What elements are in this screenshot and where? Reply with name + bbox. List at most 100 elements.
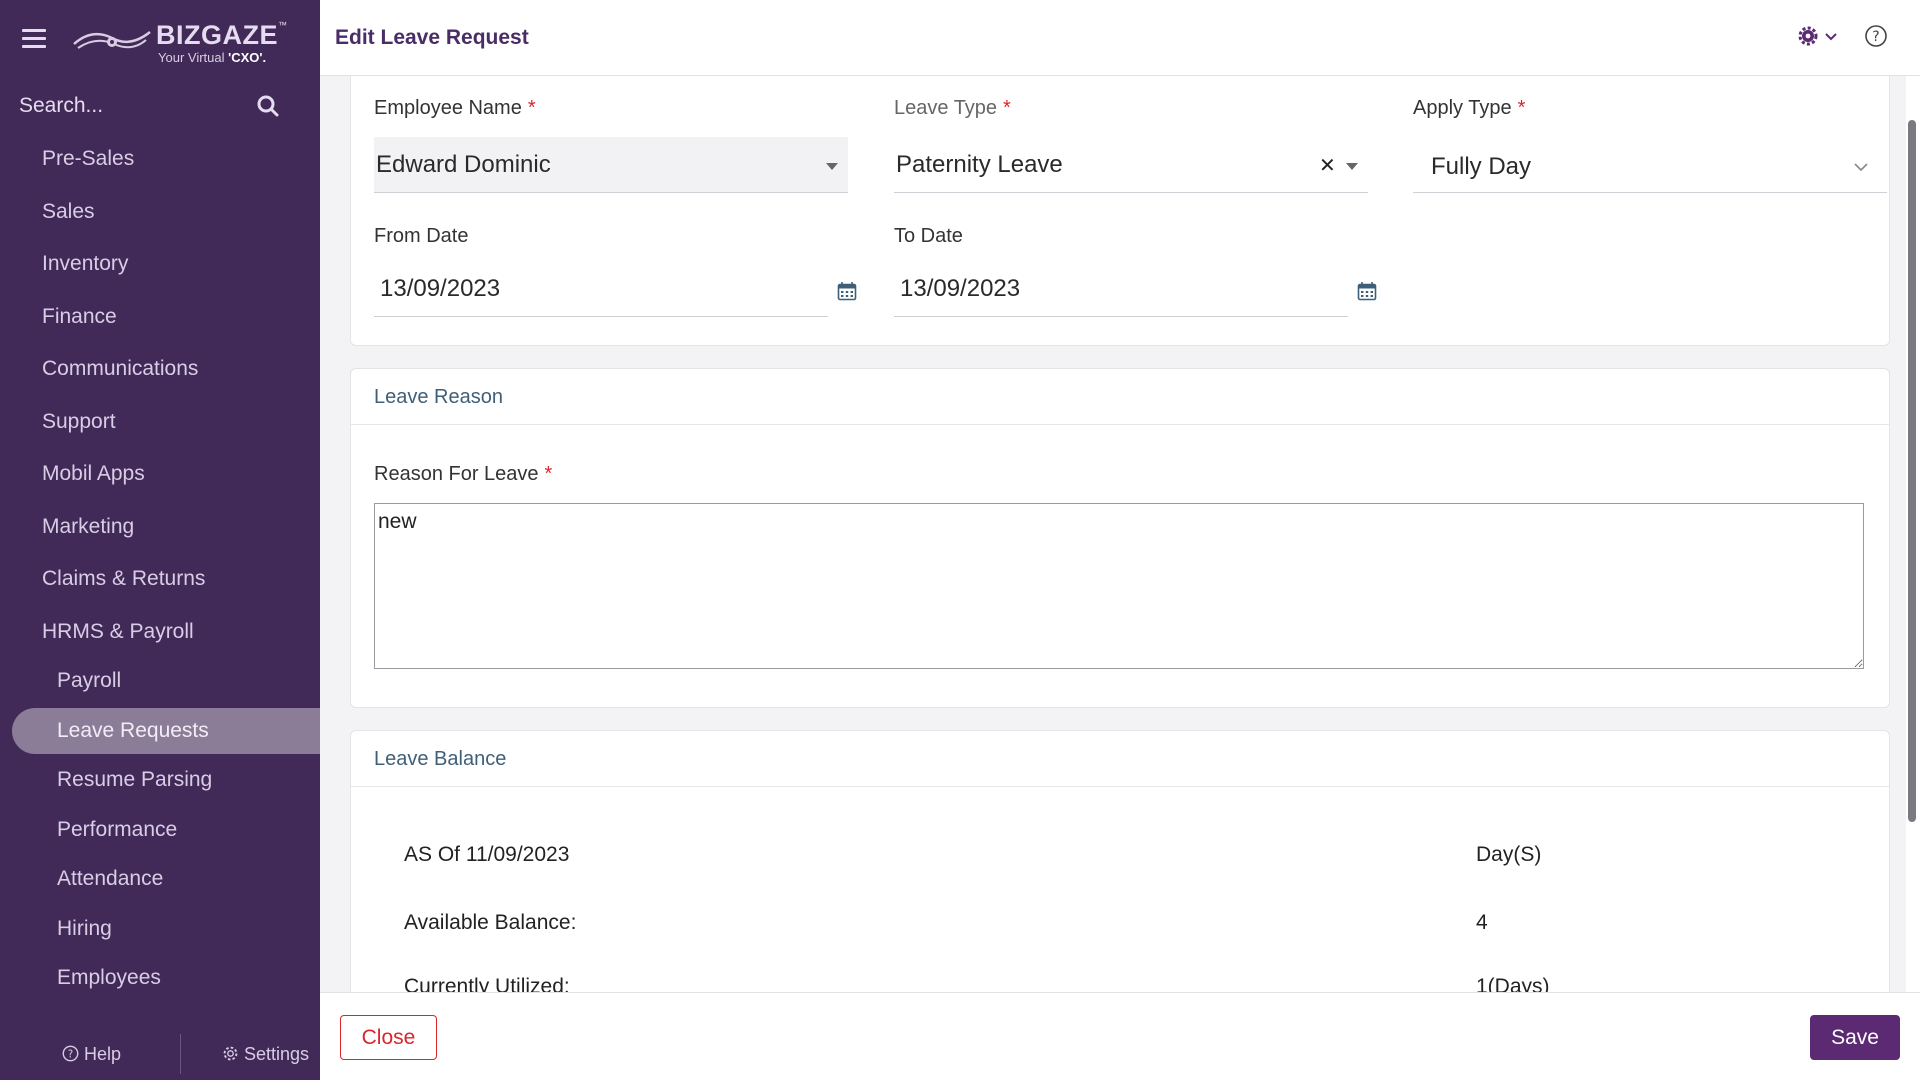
chevron-down-icon	[1825, 33, 1838, 41]
sidebar-help-label: Help	[84, 1044, 122, 1064]
employee-name-value: Edward Dominic	[376, 151, 551, 178]
sidebar-footer-divider	[180, 1034, 181, 1074]
page-header: Edit Leave Request ?	[320, 0, 1920, 76]
brand-logo[interactable]: BIZGAZE™ Your Virtual 'CXO'.	[72, 16, 292, 68]
sidebar-settings-link[interactable]: Settings	[222, 1044, 309, 1065]
sidebar-item-label: Inventory	[42, 252, 129, 275]
sidebar-item-label: Performance	[57, 818, 178, 841]
leave-balance-title: Leave Balance	[374, 748, 507, 770]
sidebar-item-sales[interactable]: Sales	[0, 189, 320, 235]
caret-down-icon	[826, 163, 838, 170]
leave-type-value: Paternity Leave	[896, 151, 1063, 178]
leave-reason-title: Leave Reason	[374, 386, 503, 408]
sidebar-footer: ? Help Settings	[0, 1026, 320, 1080]
leave-details-card: Employee Name * Edward Dominic Leave Type…	[350, 76, 1890, 346]
balance-row-value: 1(Days)	[1476, 975, 1550, 992]
sidebar: BIZGAZE™ Your Virtual 'CXO'. Search... P…	[0, 0, 320, 1080]
balance-row-value: Day(S)	[1476, 843, 1542, 866]
sidebar-item-inventory[interactable]: Inventory	[0, 241, 320, 287]
sidebar-item-label: Payroll	[57, 669, 122, 692]
sidebar-item-resume-parsing[interactable]: Resume Parsing	[0, 757, 320, 803]
search-icon[interactable]	[256, 94, 280, 118]
gear-icon	[1798, 26, 1818, 46]
page-title: Edit Leave Request	[335, 26, 529, 49]
sidebar-item-hiring[interactable]: Hiring	[0, 906, 320, 952]
reason-textarea[interactable]: new	[374, 503, 1864, 669]
sidebar-item-employees[interactable]: Employees	[0, 955, 320, 1001]
sidebar-item-label: Attendance	[57, 867, 164, 890]
sidebar-item-label: Employees	[57, 966, 161, 989]
to-date-input[interactable]: 13/09/2023	[894, 261, 1348, 317]
balance-row: AS Of 11/09/2023 Day(S)	[404, 843, 1804, 873]
sidebar-item-mobil-apps[interactable]: Mobil Apps	[0, 451, 320, 497]
leave-reason-header: Leave Reason	[351, 369, 1889, 425]
sidebar-item-label: Support	[42, 410, 116, 433]
save-button[interactable]: Save	[1810, 1015, 1900, 1060]
sidebar-item-support[interactable]: Support	[0, 399, 320, 445]
svg-text:?: ?	[1872, 29, 1879, 45]
leave-balance-card: Leave Balance AS Of 11/09/2023 Day(S) Avai…	[350, 730, 1890, 992]
apply-type-select[interactable]: Fully Day	[1413, 137, 1887, 193]
sidebar-item-label: Claims & Returns	[42, 567, 206, 590]
sidebar-item-label: Mobil Apps	[42, 462, 145, 485]
sidebar-search[interactable]: Search...	[0, 84, 320, 128]
required-mark: *	[527, 97, 536, 119]
settings-dropdown[interactable]	[1798, 26, 1838, 51]
sidebar-item-label: Resume Parsing	[57, 768, 213, 791]
required-mark: *	[1517, 97, 1526, 119]
to-date-label: To Date	[894, 225, 963, 247]
sidebar-header: BIZGAZE™ Your Virtual 'CXO'.	[0, 0, 320, 80]
required-mark: *	[1003, 97, 1011, 119]
sidebar-item-pre-sales[interactable]: Pre-Sales	[0, 136, 320, 182]
sidebar-item-label: HRMS & Payroll	[42, 620, 194, 643]
svg-text:?: ?	[68, 1049, 73, 1060]
leave-balance-header: Leave Balance	[351, 731, 1889, 787]
menu-icon[interactable]	[22, 29, 46, 51]
from-date-value: 13/09/2023	[380, 275, 501, 302]
leave-type-label: Leave Type *	[894, 97, 1011, 119]
clear-icon[interactable]: ✕	[1319, 153, 1336, 178]
from-date-label: From Date	[374, 225, 469, 247]
sidebar-item-finance[interactable]: Finance	[0, 294, 320, 340]
sidebar-item-attendance[interactable]: Attendance	[0, 856, 320, 902]
scrollbar-thumb[interactable]	[1908, 120, 1916, 822]
sidebar-item-label: Finance	[42, 305, 117, 328]
balance-row: Available Balance: 4	[404, 911, 1804, 941]
from-date-input[interactable]: 13/09/2023	[374, 261, 828, 317]
sidebar-item-label: Hiring	[57, 917, 112, 940]
form-footer: Close Save	[320, 992, 1920, 1080]
chevron-down-icon	[1854, 163, 1868, 172]
sidebar-item-label: Marketing	[42, 515, 135, 538]
balance-row-label: Currently Utilized:	[404, 975, 570, 992]
sidebar-item-label: Leave Requests	[57, 719, 209, 742]
sidebar-item-leave-requests[interactable]: Leave Requests	[12, 708, 320, 754]
reason-label: Reason For Leave *	[374, 463, 553, 485]
balance-row-label: Available Balance:	[404, 911, 577, 934]
sidebar-item-marketing[interactable]: Marketing	[0, 504, 320, 550]
sidebar-help-link[interactable]: ? Help	[62, 1044, 121, 1065]
balance-row-label: AS Of 11/09/2023	[404, 843, 570, 866]
balance-row-value: 4	[1476, 911, 1488, 934]
form-content: Employee Name * Edward Dominic Leave Type…	[320, 76, 1920, 992]
search-input[interactable]: Search...	[19, 94, 103, 118]
leave-type-select[interactable]: Paternity Leave ✕	[894, 137, 1368, 193]
sidebar-settings-label: Settings	[244, 1044, 310, 1064]
sidebar-item-hrms-payroll[interactable]: HRMS & Payroll	[0, 609, 320, 655]
help-button[interactable]: ?	[1864, 24, 1888, 53]
calendar-icon[interactable]	[837, 281, 857, 301]
employee-name-select[interactable]: Edward Dominic	[374, 137, 848, 193]
sidebar-item-label: Sales	[42, 200, 95, 223]
to-date-value: 13/09/2023	[900, 275, 1021, 302]
sidebar-item-payroll[interactable]: Payroll	[0, 658, 320, 704]
sidebar-item-performance[interactable]: Performance	[0, 807, 320, 853]
close-button[interactable]: Close	[340, 1015, 437, 1060]
brand-name: BIZGAZE™	[156, 20, 288, 50]
calendar-icon[interactable]	[1357, 281, 1377, 301]
sidebar-item-label: Pre-Sales	[42, 147, 135, 170]
caret-down-icon	[1346, 163, 1358, 170]
sidebar-item-claims-returns[interactable]: Claims & Returns	[0, 556, 320, 602]
leave-reason-card: Leave Reason Reason For Leave * new	[350, 368, 1890, 708]
sidebar-item-communications[interactable]: Communications	[0, 346, 320, 392]
brand-tagline: Your Virtual 'CXO'.	[158, 50, 267, 65]
sidebar-item-label: Communications	[42, 357, 199, 380]
